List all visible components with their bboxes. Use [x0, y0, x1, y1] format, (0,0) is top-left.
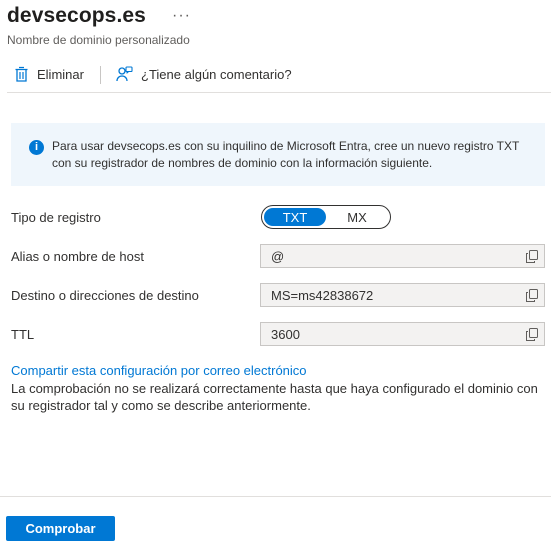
ttl-value: 3600 [271, 326, 300, 342]
destination-value: MS=ms42838672 [271, 287, 374, 303]
alias-label: Alias o nombre de host [11, 249, 144, 264]
info-icon: i [29, 140, 44, 155]
more-options-button[interactable]: ··· [172, 7, 191, 25]
record-type-option-mx[interactable]: MX [326, 208, 388, 226]
feedback-person-icon [116, 66, 133, 83]
record-type-label: Tipo de registro [11, 210, 101, 225]
feedback-button[interactable]: ¿Tiene algún comentario? [116, 66, 292, 83]
trash-icon [14, 66, 29, 83]
alias-value: @ [271, 248, 285, 264]
copy-icon[interactable] [525, 327, 539, 341]
toolbar-divider [7, 92, 551, 93]
copy-icon[interactable] [525, 249, 539, 263]
copy-icon[interactable] [525, 288, 539, 302]
alias-field[interactable]: @ [260, 244, 545, 268]
record-type-toggle: TXT MX [261, 205, 391, 229]
share-config-link[interactable]: Compartir esta configuración por correo … [11, 363, 307, 378]
destination-field[interactable]: MS=ms42838672 [260, 283, 545, 307]
info-banner-text: Para usar devsecops.es con su inquilino … [52, 139, 520, 170]
page-subtitle: Nombre de dominio personalizado [7, 33, 190, 47]
destination-label: Destino o direcciones de destino [11, 288, 199, 303]
page-title: devsecops.es [7, 4, 146, 27]
verify-button[interactable]: Comprobar [6, 516, 115, 541]
ttl-label: TTL [11, 327, 35, 342]
delete-button[interactable]: Eliminar [14, 66, 84, 83]
feedback-label: ¿Tiene algún comentario? [141, 67, 292, 82]
verification-note: La comprobación no se realizará correcta… [11, 381, 538, 413]
ttl-field[interactable]: 3600 [260, 322, 545, 346]
delete-label: Eliminar [37, 67, 84, 82]
toolbar-separator [100, 66, 101, 84]
record-type-option-txt[interactable]: TXT [264, 208, 326, 226]
footer-divider [0, 496, 551, 497]
